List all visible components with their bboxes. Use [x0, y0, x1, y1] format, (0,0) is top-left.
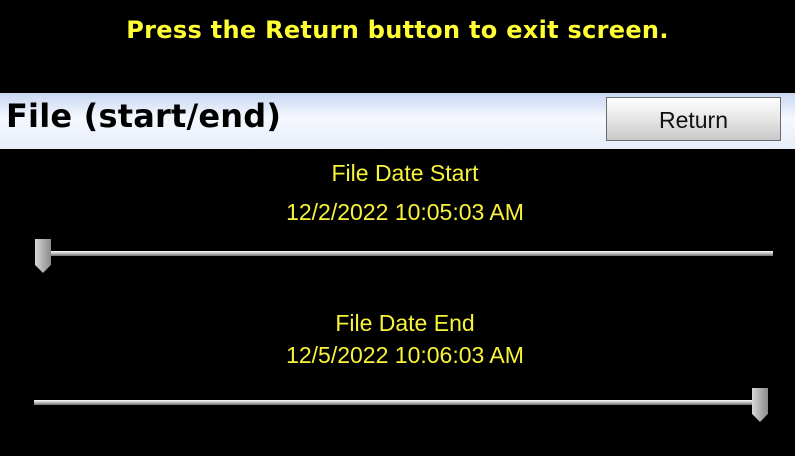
- start-slider-track[interactable]: [44, 251, 773, 256]
- instruction-banner: Press the Return button to exit screen.: [0, 0, 795, 88]
- start-slider-thumb[interactable]: [35, 239, 51, 273]
- file-date-start-value: 12/2/2022 10:05:03 AM: [286, 199, 524, 225]
- file-date-end-label: File Date End: [335, 310, 475, 336]
- end-slider-track[interactable]: [34, 400, 762, 405]
- return-button[interactable]: Return: [606, 97, 781, 141]
- file-date-end-value: 12/5/2022 10:06:03 AM: [286, 342, 524, 368]
- file-date-start-label: File Date Start: [331, 160, 479, 186]
- end-slider-thumb[interactable]: [752, 388, 768, 422]
- title-bar: File (start/end) Return: [0, 93, 795, 149]
- instruction-text: Press the Return button to exit screen.: [126, 16, 669, 44]
- page-title: File (start/end): [6, 97, 282, 135]
